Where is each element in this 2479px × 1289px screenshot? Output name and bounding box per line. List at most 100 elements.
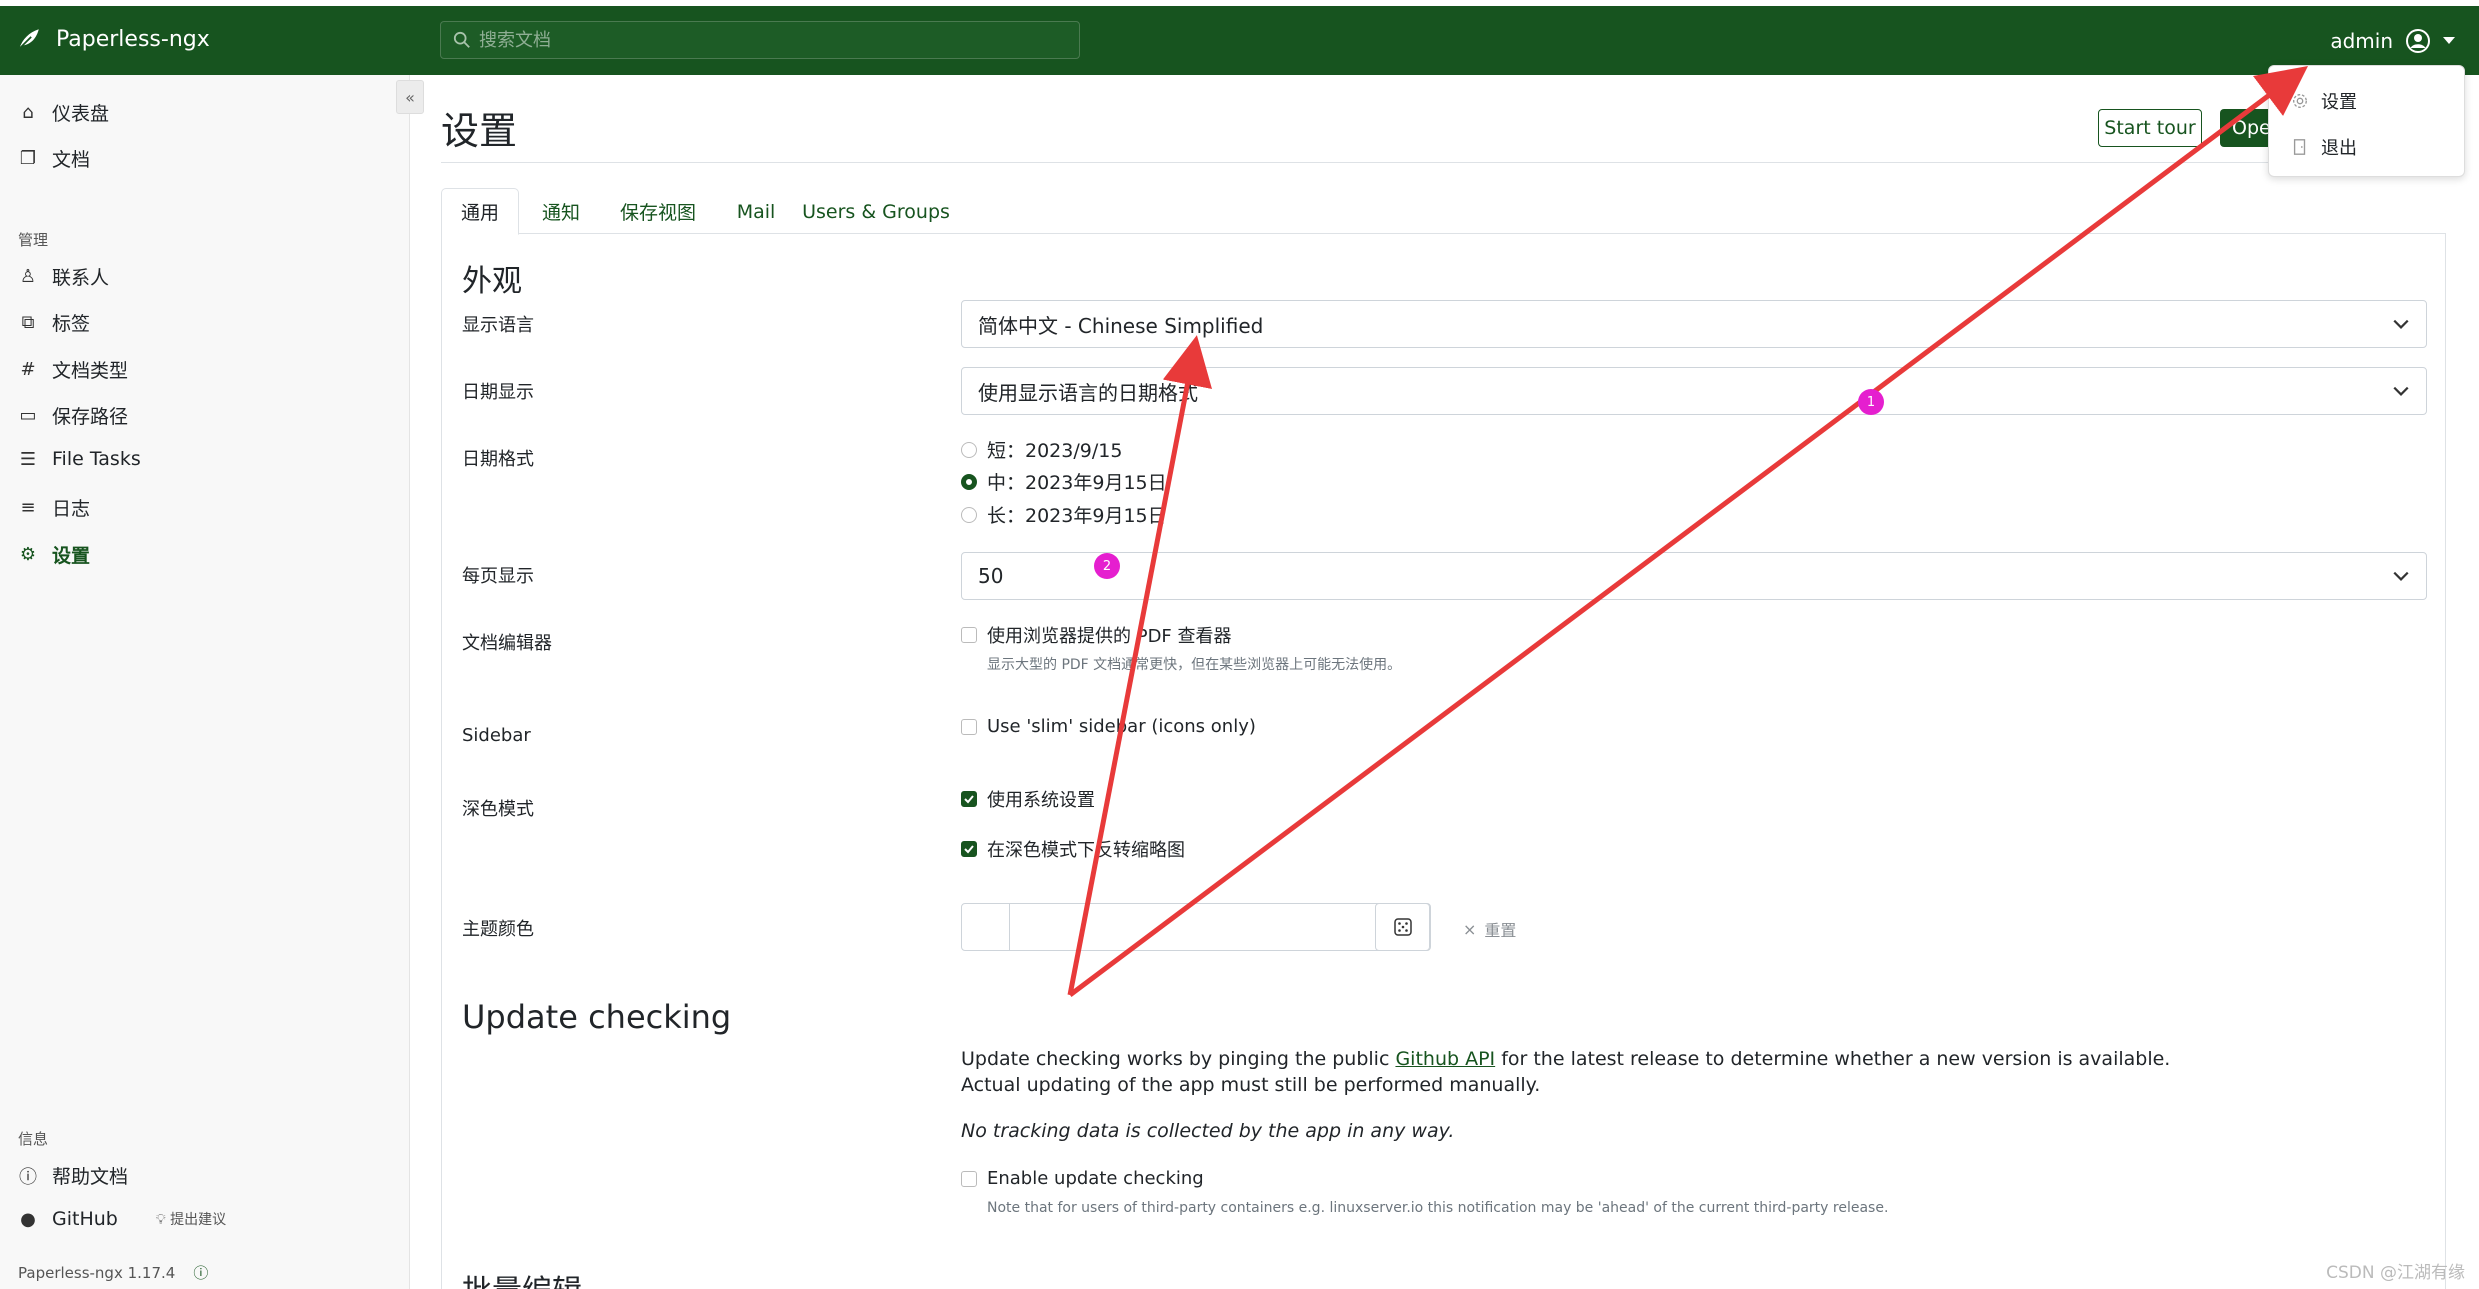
chevron-double-left-icon: «	[405, 87, 415, 107]
sidebar-item-settings[interactable]: ⚙ 设置	[18, 541, 90, 568]
chevron-down-icon	[2393, 319, 2409, 329]
dice-icon	[1393, 918, 1412, 936]
sidebar-item-label: 文档类型	[52, 360, 129, 382]
invert-thumbnails-checkbox-row[interactable]: 在深色模式下反转缩略图	[961, 836, 1185, 862]
dropdown-settings-label: 设置	[2321, 92, 2357, 113]
bulk-edit-heading: 批量编辑	[462, 1266, 582, 1289]
checkbox[interactable]	[961, 627, 977, 643]
pdf-viewer-checkbox-row[interactable]: 使用浏览器提供的 PDF 查看器	[961, 622, 1232, 648]
tab-saved-views[interactable]: 保存视图	[603, 188, 713, 235]
dropdown-item-settings[interactable]: 设置	[2291, 88, 2357, 114]
random-color-button[interactable]	[1375, 903, 1430, 951]
update-checking-hint: Note that for users of third-party conta…	[987, 1200, 1889, 1216]
date-format-long[interactable]: 长：2023年9月15日	[961, 501, 1167, 528]
date-display-select[interactable]: 使用显示语言的日期格式	[961, 367, 2427, 415]
per-page-select[interactable]: 50	[961, 552, 2427, 600]
info-heading: 信息	[18, 1130, 49, 1148]
invert-thumbnails-label: 在深色模式下反转缩略图	[987, 840, 1185, 861]
title-divider	[441, 162, 2431, 163]
sidebar-item-label: GitHub	[52, 1208, 118, 1230]
app-brand[interactable]: Paperless-ngx	[16, 26, 210, 52]
hash-icon: #	[20, 359, 36, 380]
question-icon: ⓘ	[19, 1166, 37, 1188]
sidebar-item-help[interactable]: ⓘ 帮助文档	[18, 1162, 128, 1189]
user-dropdown-menu: 设置 退出	[2268, 65, 2465, 177]
color-swatch[interactable]	[962, 904, 1010, 950]
gear-icon	[2293, 94, 2307, 108]
slim-sidebar-checkbox-row[interactable]: Use 'slim' sidebar (icons only)	[961, 716, 1256, 737]
suggest-link[interactable]: 💡︎ 提出建议	[156, 1209, 226, 1229]
checkbox[interactable]	[961, 718, 977, 735]
update-para-3: No tracking data is collected by the app…	[961, 1120, 1455, 1142]
annotation-badge-1: 1	[1858, 389, 1884, 415]
gear-icon: ⚙	[19, 544, 37, 565]
date-display-label: 日期显示	[462, 382, 534, 403]
checkbox-checked[interactable]	[961, 841, 977, 857]
sidebar-item-logs[interactable]: ≡ 日志	[18, 494, 90, 521]
sidebar-item-label: 设置	[52, 545, 91, 567]
checkmark-icon	[964, 845, 974, 854]
date-format-label: 日期格式	[462, 449, 534, 470]
chevron-down-icon	[2393, 386, 2409, 396]
enable-update-checking-row[interactable]: Enable update checking	[961, 1168, 1204, 1189]
search-box[interactable]	[440, 21, 1080, 59]
update-para-1-post: for the latest release to determine whet…	[1495, 1048, 2171, 1070]
text-icon: ≡	[20, 497, 36, 518]
update-para-1: Update checking works by pinging the pub…	[961, 1048, 2170, 1070]
leaf-logo-icon	[18, 29, 39, 50]
sidebar-item-github[interactable]: ● GitHub 💡︎ 提出建议	[18, 1208, 226, 1230]
tab-notifications[interactable]: 通知	[525, 188, 597, 235]
sidebar-item-storage-paths[interactable]: ▭ 保存路径	[18, 402, 128, 429]
display-language-label: 显示语言	[462, 315, 534, 336]
dropdown-item-logout[interactable]: 退出	[2291, 134, 2357, 160]
chevron-down-icon	[2393, 571, 2409, 581]
sidebar-item-documents[interactable]: ❐ 文档	[18, 145, 90, 172]
checkbox-checked[interactable]	[961, 791, 977, 807]
user-menu[interactable]: admin	[2330, 28, 2455, 54]
sidebar-item-label: File Tasks	[52, 448, 141, 470]
reset-color-button[interactable]: × 重置	[1463, 917, 1516, 941]
sidebar-item-document-types[interactable]: # 文档类型	[18, 356, 128, 383]
github-api-link[interactable]: Github API	[1395, 1048, 1495, 1070]
tab-mail[interactable]: Mail	[721, 188, 791, 235]
checkbox[interactable]	[961, 1170, 977, 1187]
tab-general[interactable]: 通用	[441, 188, 519, 235]
dark-mode-system-checkbox-row[interactable]: 使用系统设置	[961, 786, 1095, 812]
github-icon: ●	[20, 1208, 36, 1230]
collapse-sidebar-button[interactable]: «	[396, 80, 424, 114]
date-display-value: 使用显示语言的日期格式	[978, 380, 1198, 405]
display-language-value: 简体中文 - Chinese Simplified	[978, 313, 1264, 338]
radio-button-selected[interactable]	[961, 473, 977, 490]
reset-label: 重置	[1484, 921, 1517, 940]
enable-update-checking-label: Enable update checking	[987, 1168, 1204, 1189]
update-para-1-pre: Update checking works by pinging the pub…	[961, 1048, 1396, 1070]
checkmark-icon	[964, 795, 974, 804]
version-footer: Paperless-ngx 1.17.4 ⓘ	[18, 1262, 208, 1283]
sidebar-item-dashboard[interactable]: ⌂ 仪表盘	[18, 99, 109, 126]
info-circle-icon[interactable]: ⓘ	[193, 1262, 208, 1283]
date-format-medium[interactable]: 中：2023年9月15日	[961, 468, 1167, 495]
tab-users-groups[interactable]: Users & Groups	[801, 188, 951, 235]
display-language-select[interactable]: 简体中文 - Chinese Simplified	[961, 300, 2427, 348]
username: admin	[2330, 29, 2393, 53]
start-tour-button[interactable]: Start tour	[2098, 109, 2202, 147]
sidebar-item-file-tasks[interactable]: ☰ File Tasks	[18, 448, 141, 470]
folder-icon: ▭	[19, 405, 37, 426]
search-input[interactable]	[479, 29, 1059, 51]
dark-mode-label: 深色模式	[462, 799, 534, 820]
sidebar-item-tags[interactable]: ⧉ 标签	[18, 309, 90, 336]
radio-button[interactable]	[961, 506, 977, 523]
search-icon	[453, 31, 470, 48]
theme-color-input[interactable]	[961, 903, 1431, 951]
radio-button[interactable]	[961, 441, 977, 458]
sidebar-item-correspondents[interactable]: ♙ 联系人	[18, 263, 109, 290]
sidebar-item-label: 仪表盘	[52, 103, 110, 125]
suggest-label: 提出建议	[170, 1212, 227, 1228]
tags-icon: ⧉	[21, 312, 35, 333]
dropdown-logout-label: 退出	[2321, 138, 2357, 159]
date-format-short[interactable]: 短：2023/9/15	[961, 436, 1122, 463]
sidebar-item-label: 标签	[52, 313, 91, 335]
version-text: Paperless-ngx 1.17.4	[18, 1263, 176, 1282]
doc-editor-label: 文档编辑器	[462, 633, 552, 654]
pdf-viewer-option-label: 使用浏览器提供的 PDF 查看器	[987, 626, 1232, 647]
